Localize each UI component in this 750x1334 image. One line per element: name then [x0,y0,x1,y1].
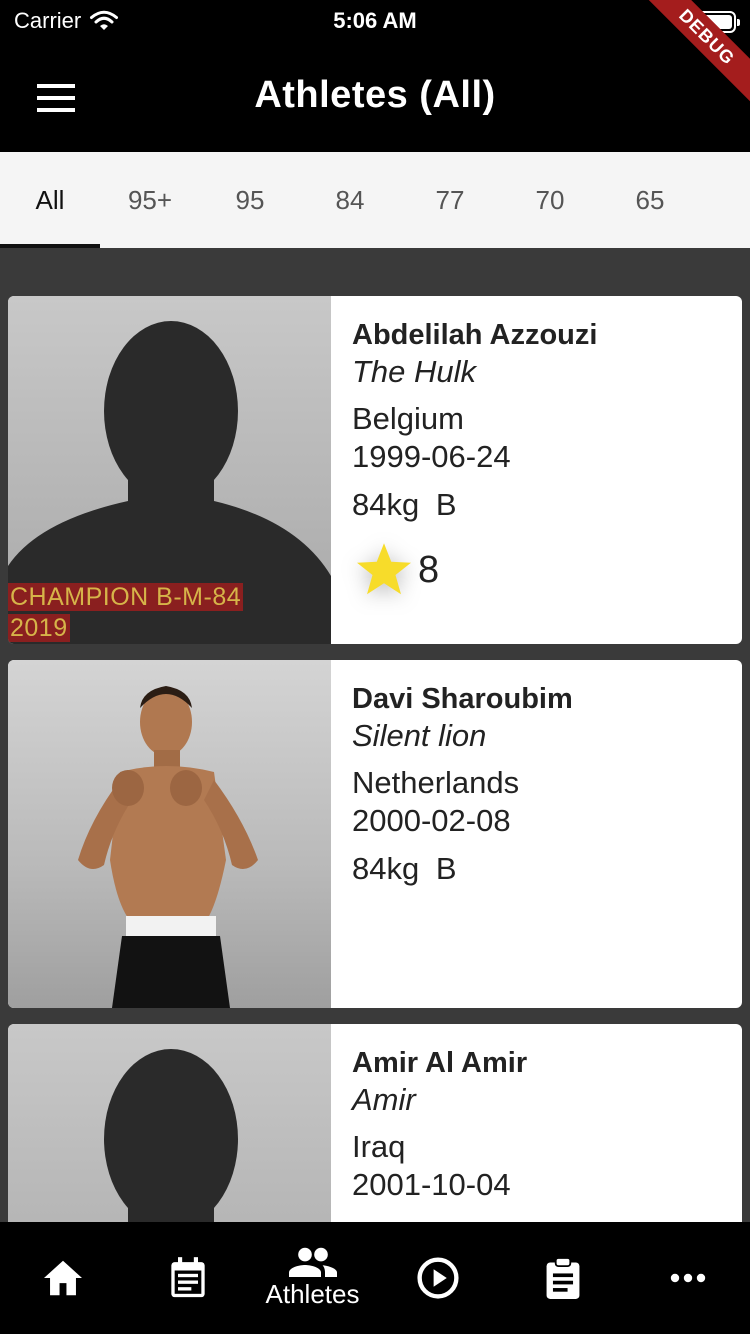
athlete-country: Belgium [352,401,464,436]
athlete-birthdate: 2000-02-08 [352,803,511,838]
nav-more[interactable] [625,1222,750,1334]
more-dots-icon [670,1273,705,1283]
athlete-name: Davi Sharoubim [352,683,573,715]
nav-home[interactable] [0,1222,125,1334]
nav-schedule[interactable] [125,1222,250,1334]
tab-95-plus[interactable]: 95+ [100,152,200,248]
tab-95[interactable]: 95 [200,152,300,248]
champion-year: 2019 [8,614,70,642]
athlete-card[interactable]: Amir Al Amir Amir Iraq 2001-10-04 [8,1024,742,1222]
battery-icon [688,11,740,33]
athlete-nickname: The Hulk [352,354,477,389]
tab-70[interactable]: 70 [500,152,600,248]
star-count: 8 [418,548,440,591]
page-title: Athletes (All) [254,74,496,116]
people-icon [288,1247,337,1277]
fighter-photo-icon [78,686,258,1008]
athlete-photo: CHAMPION B-M-84 2019 [8,296,331,644]
nav-videos[interactable] [375,1222,500,1334]
athlete-birthdate: 2001-10-04 [352,1167,511,1202]
athlete-nickname: Amir [352,1082,416,1117]
app-bar: Athletes (All) [0,44,750,152]
athlete-info: Davi Sharoubim Silent lion Netherlands 2… [331,660,742,1008]
bottom-navigation: Athletes [0,1222,750,1334]
home-icon [43,1260,82,1296]
athlete-weight-class: 84kg B [352,851,457,886]
athlete-country: Netherlands [352,765,520,800]
status-bar: Carrier 5:06 AM [0,0,750,44]
athlete-info: Amir Al Amir Amir Iraq 2001-10-04 [331,1024,742,1222]
weight-class-tabs: All 95+ 95 84 77 70 65 [0,152,750,248]
champion-badge: CHAMPION B-M-84 2019 [8,582,244,644]
athlete-birthdate: 1999-06-24 [352,439,511,474]
nav-athletes[interactable]: Athletes [250,1222,375,1334]
athlete-name: Abdelilah Azzouzi [352,319,598,351]
tab-84[interactable]: 84 [300,152,400,248]
stars-row: 8 [352,538,742,602]
clipboard-icon [546,1257,579,1299]
status-time: 5:06 AM [333,8,417,33]
star-icon [352,538,416,602]
nav-results[interactable] [500,1222,625,1334]
tab-65[interactable]: 65 [600,152,700,248]
athlete-photo [8,660,331,1008]
tab-all[interactable]: All [0,152,100,248]
athlete-photo [8,1024,331,1222]
champion-title: CHAMPION B-M-84 [8,583,244,611]
athlete-weight-class: 84kg B [352,487,457,522]
tab-77[interactable]: 77 [400,152,500,248]
athlete-card[interactable]: CHAMPION B-M-84 2019 Abdelilah Azzouzi T… [8,296,742,644]
athlete-info: Abdelilah Azzouzi The Hulk Belgium 1999-… [331,296,742,644]
play-circle-icon [416,1257,459,1299]
nav-athletes-label: Athletes [265,1278,360,1309]
calendar-note-icon [170,1257,205,1298]
athlete-card[interactable]: Davi Sharoubim Silent lion Netherlands 2… [8,660,742,1008]
athlete-name: Amir Al Amir [352,1047,528,1079]
athlete-list[interactable]: CHAMPION B-M-84 2019 Abdelilah Azzouzi T… [0,248,750,1222]
athlete-nickname: Silent lion [352,718,487,753]
person-silhouette-icon [104,1049,238,1222]
athlete-country: Iraq [352,1129,406,1164]
